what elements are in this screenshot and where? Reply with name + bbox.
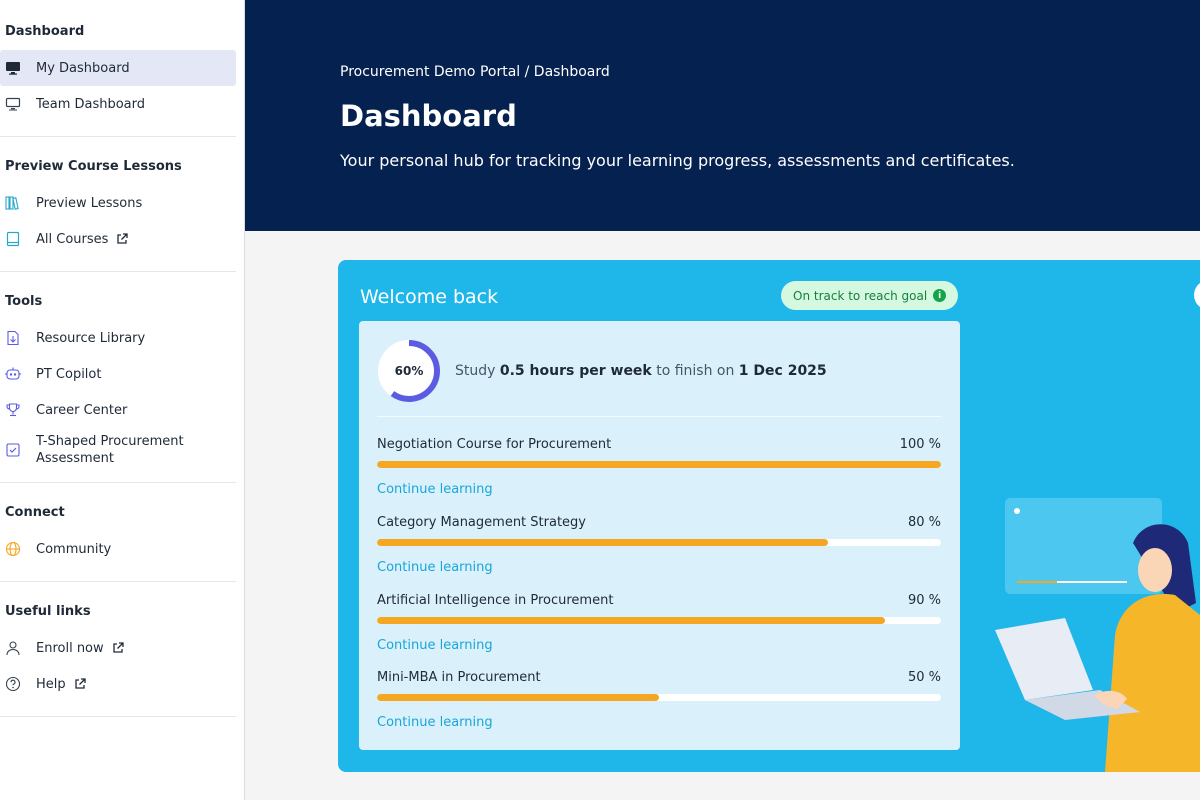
sidebar-section-title: Connect	[5, 505, 65, 520]
sidebar-item-label: PT Copilot	[36, 366, 102, 382]
sidebar-item-t-shaped-assessment[interactable]: T-Shaped Procurement Assessment	[0, 428, 236, 472]
sidebar-section-title: Useful links	[5, 604, 91, 619]
continue-learning-link[interactable]: Continue learning	[377, 638, 941, 653]
globe-icon	[4, 540, 22, 558]
sidebar-item-resource-library[interactable]: Resource Library	[0, 320, 236, 356]
external-link-icon	[74, 678, 86, 690]
progress-panel: 60% Study 0.5 hours per week to finish o…	[359, 321, 960, 750]
course-name: Negotiation Course for Procurement	[377, 437, 612, 452]
course-percent: 50 %	[907, 670, 941, 685]
user-icon	[4, 639, 22, 657]
goal-percent: 60%	[394, 364, 424, 378]
sidebar-item-community[interactable]: Community	[0, 531, 236, 567]
course-name: Artificial Intelligence in Procurement	[377, 593, 614, 608]
sidebar-item-all-courses[interactable]: All Courses	[0, 221, 236, 257]
goal-hours: 0.5 hours per week	[499, 363, 652, 379]
sidebar-item-label: Enroll now	[36, 640, 104, 656]
download-file-icon	[4, 329, 22, 347]
course-progress-bar	[377, 694, 941, 701]
sidebar-item-label: Career Center	[36, 402, 128, 418]
course-percent: 100 %	[899, 437, 941, 452]
goal-date: 1 Dec 2025	[738, 363, 827, 379]
sidebar-item-help[interactable]: Help	[0, 666, 236, 702]
sidebar-item-my-dashboard[interactable]: My Dashboard	[0, 50, 236, 86]
robot-icon	[4, 365, 22, 383]
page-subtitle: Your personal hub for tracking your lear…	[340, 151, 1015, 170]
course-progress-bar	[377, 617, 941, 624]
course-item: Category Management Strategy 80 % Contin…	[377, 515, 941, 575]
goal-text-middle: to finish on	[651, 363, 739, 379]
sidebar-item-label: Community	[36, 541, 112, 557]
sidebar-item-label: Team Dashboard	[36, 96, 146, 112]
study-goal: 60% Study 0.5 hours per week to finish o…	[377, 339, 827, 403]
sidebar-item-team-dashboard[interactable]: Team Dashboard	[0, 86, 236, 122]
sidebar-section-dashboard: Dashboard My Dashboard Team Dashboard	[0, 0, 236, 137]
course-item: Artificial Intelligence in Procurement 9…	[377, 593, 941, 653]
sidebar-item-label: Resource Library	[36, 330, 146, 346]
sidebar-item-enroll-now[interactable]: Enroll now	[0, 630, 236, 666]
page-title: Dashboard	[340, 99, 517, 133]
welcome-title: Welcome back	[360, 286, 499, 308]
books-icon	[4, 194, 22, 212]
goal-text: Study 0.5 hours per week to finish on 1 …	[455, 363, 827, 379]
checkbox-icon	[4, 441, 22, 459]
trophy-icon	[4, 401, 22, 419]
monitor-icon	[4, 95, 22, 113]
external-link-icon	[112, 642, 124, 654]
course-item: Mini-MBA in Procurement 50 % Continue le…	[377, 670, 941, 730]
continue-learning-link[interactable]: Continue learning	[377, 482, 941, 497]
status-badge: On track to reach goal i	[781, 281, 959, 310]
continue-learning-link[interactable]: Continue learning	[377, 560, 941, 575]
sidebar-section-title: Preview Course Lessons	[5, 159, 182, 174]
sidebar-item-label: My Dashboard	[36, 60, 130, 76]
sidebar-item-label: Help	[36, 676, 66, 692]
course-name: Category Management Strategy	[377, 515, 586, 530]
course-item: Negotiation Course for Procurement 100 %…	[377, 437, 941, 497]
help-icon	[4, 675, 22, 693]
woman-laptop-illustration	[995, 495, 1200, 772]
page-header: Procurement Demo Portal / Dashboard Dash…	[245, 0, 1200, 231]
course-progress-fill	[377, 461, 941, 468]
external-link-icon	[116, 233, 129, 245]
sidebar-item-career-center[interactable]: Career Center	[0, 392, 236, 428]
sidebar-section-preview: Preview Course Lessons Preview Lessons A…	[0, 137, 236, 272]
info-icon[interactable]: i	[933, 289, 947, 302]
divider	[377, 416, 941, 417]
breadcrumb: Procurement Demo Portal / Dashboard	[340, 64, 610, 80]
sidebar: Dashboard My Dashboard Team Dashboard Pr…	[0, 0, 245, 800]
status-badge-label: On track to reach goal	[793, 288, 928, 303]
sidebar-item-preview-lessons[interactable]: Preview Lessons	[0, 185, 236, 221]
sidebar-item-label: T-Shaped Procurement Assessment	[36, 434, 184, 466]
book-icon	[4, 230, 22, 248]
sidebar-item-label: Preview Lessons	[36, 195, 143, 211]
sidebar-item-pt-copilot[interactable]: PT Copilot	[0, 356, 236, 392]
sidebar-section-useful-links: Useful links Enroll now Help	[0, 582, 236, 717]
goal-text-prefix: Study	[455, 363, 500, 379]
sidebar-section-tools: Tools Resource Library PT Copilot Career…	[0, 272, 236, 483]
course-progress-fill	[377, 694, 659, 701]
course-progress-bar	[377, 539, 941, 546]
sidebar-section-title: Tools	[5, 294, 43, 309]
course-percent: 90 %	[907, 593, 941, 608]
goal-progress-ring: 60%	[377, 339, 441, 403]
course-percent: 80 %	[907, 515, 941, 530]
continue-learning-link[interactable]: Continue learning	[377, 715, 941, 730]
sidebar-item-label: All Courses	[36, 231, 109, 247]
monitor-icon	[4, 59, 22, 77]
sidebar-section-connect: Connect Community	[0, 483, 236, 582]
course-progress-fill	[377, 617, 885, 624]
card-action-button[interactable]	[1194, 280, 1200, 310]
course-progress-bar	[377, 461, 941, 468]
course-name: Mini-MBA in Procurement	[377, 670, 541, 685]
sidebar-section-title: Dashboard	[5, 24, 85, 39]
course-progress-fill	[377, 539, 829, 546]
